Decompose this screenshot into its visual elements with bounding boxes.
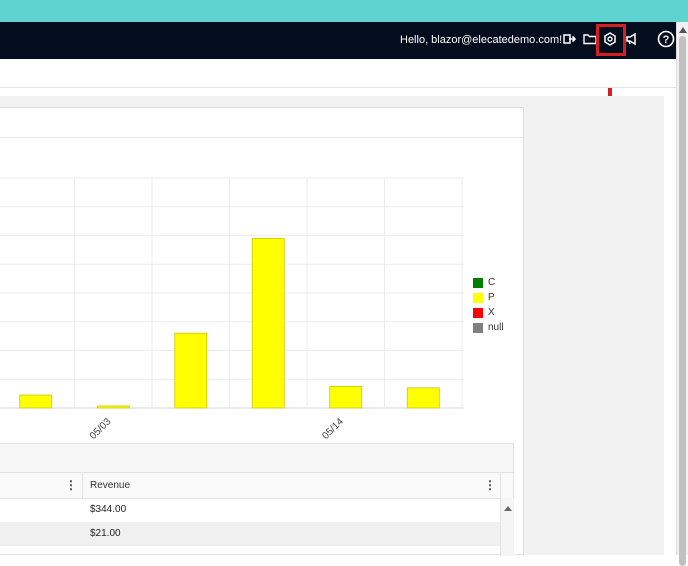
- legend-label: X: [488, 307, 495, 318]
- grid-scrollbar[interactable]: [500, 498, 514, 556]
- grid-toolbar: [0, 444, 513, 473]
- column-header-revenue[interactable]: Revenue: [90, 480, 130, 491]
- column-menu-icon[interactable]: ⋮: [484, 478, 496, 492]
- highlight-box: [596, 24, 626, 56]
- bar-p-4[interactable]: [329, 386, 363, 409]
- bar-p-3[interactable]: [251, 237, 285, 409]
- scrollbar-thumb[interactable]: [679, 36, 686, 566]
- logout-icon[interactable]: [562, 31, 578, 47]
- bar-p-2[interactable]: [174, 332, 208, 409]
- svg-text:?: ?: [663, 34, 670, 46]
- column-separator: [500, 473, 501, 498]
- scroll-up-arrow-icon[interactable]: [504, 506, 512, 511]
- scroll-up-arrow-icon[interactable]: [679, 27, 687, 33]
- bar-p-0[interactable]: [19, 394, 53, 409]
- data-grid: ⋮ Revenue ⋮ $344.00 $21.00: [0, 443, 514, 556]
- x-tick-label: 05/03: [88, 416, 114, 442]
- table-row[interactable]: $21.00: [0, 522, 500, 546]
- column-separator: [82, 473, 83, 498]
- x-tick-label: 05/14: [320, 416, 346, 442]
- column-menu-icon[interactable]: ⋮: [65, 478, 77, 492]
- legend-label: null: [488, 322, 504, 333]
- page-scrollbar[interactable]: [676, 22, 688, 566]
- revenue-cell: $21.00: [90, 528, 121, 539]
- table-row[interactable]: $344.00: [0, 498, 500, 522]
- revenue-cell: $344.00: [90, 504, 127, 515]
- grid-header-row: ⋮ Revenue ⋮: [0, 473, 513, 499]
- bar-chart: 05/03 05/14: [0, 177, 464, 442]
- bar-p-1[interactable]: [96, 405, 130, 409]
- announcement-icon[interactable]: [624, 31, 640, 47]
- bar-p-5[interactable]: [406, 387, 440, 409]
- legend-swatch: [473, 308, 483, 318]
- legend-swatch: [473, 278, 483, 288]
- legend-swatch: [473, 323, 483, 333]
- legend-label: C: [488, 277, 496, 288]
- legend-label: P: [488, 292, 495, 303]
- legend-swatch: [473, 293, 483, 303]
- help-icon[interactable]: ?: [657, 30, 675, 48]
